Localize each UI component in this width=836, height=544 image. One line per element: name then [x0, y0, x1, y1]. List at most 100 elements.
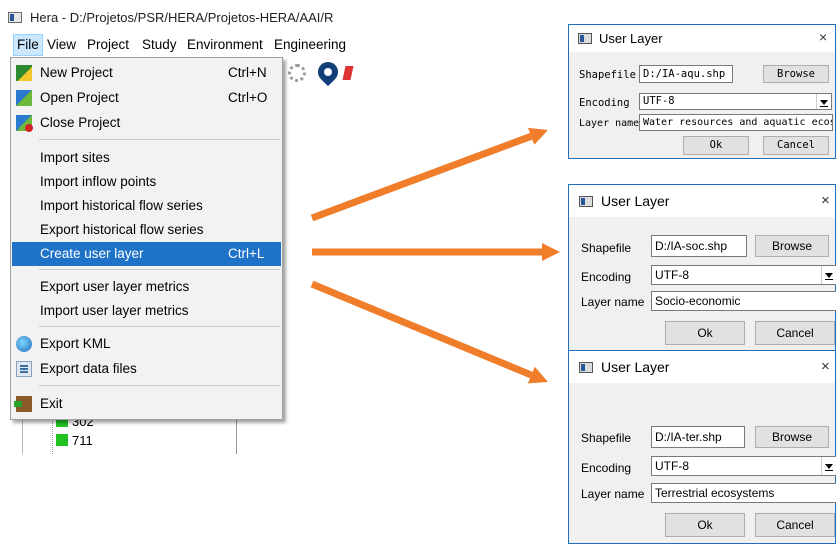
close-icon[interactable]: × — [821, 358, 830, 375]
cancel-button[interactable]: Cancel — [763, 136, 829, 155]
menu-separator — [39, 269, 280, 270]
close-project-icon — [16, 115, 33, 132]
menu-item-import-historical-flow-series[interactable]: Import historical flow series — [12, 194, 281, 218]
menu-item-export-data-files[interactable]: Export data files — [12, 357, 281, 381]
dialog-title-bar: User Layer × — [569, 351, 835, 383]
close-icon[interactable]: × — [821, 192, 830, 209]
menu-separator — [39, 385, 280, 386]
gear-icon[interactable] — [288, 64, 306, 82]
shapefile-input[interactable]: D:/IA-soc.shp — [651, 235, 747, 257]
ok-button[interactable]: Ok — [683, 136, 749, 155]
dialog-window-icon — [579, 362, 593, 373]
dialog-title: User Layer — [601, 359, 670, 375]
shortcut-label: Ctrl+L — [228, 246, 265, 261]
encoding-select[interactable]: UTF-8 — [651, 456, 836, 476]
menu-file[interactable]: File — [13, 34, 43, 56]
menu-item-label: New Project — [40, 65, 113, 80]
user-layer-dialog-2: User Layer × Shapefile D:/IA-soc.shp Bro… — [568, 184, 836, 357]
layer-name-label: Layer name — [581, 487, 645, 501]
shapefile-input[interactable]: D:/IA-aqu.shp — [639, 65, 733, 83]
encoding-label: Encoding — [579, 97, 630, 109]
menu-item-import-sites[interactable]: Import sites — [12, 146, 281, 170]
menu-item-open-project[interactable]: Open Project Ctrl+O — [12, 86, 281, 110]
layer-name-input[interactable]: Socio-economic — [651, 291, 836, 311]
chevron-down-icon[interactable] — [816, 94, 831, 109]
tree-connector — [52, 418, 54, 454]
layer-name-input[interactable]: Terrestrial ecosystems — [651, 483, 836, 503]
menu-item-label: Export historical flow series — [40, 222, 204, 237]
user-layer-dialog-3: User Layer × Shapefile D:/IA-ter.shp Bro… — [568, 350, 836, 544]
layer-name-input[interactable]: Water resources and aquatic ecosystems — [639, 114, 833, 131]
export-file-icon — [16, 361, 32, 377]
menu-item-label: Export user layer metrics — [40, 279, 190, 294]
arrow-group — [310, 127, 560, 384]
arrow-to-dialog-3-head — [527, 366, 548, 384]
map-pin-icon[interactable] — [313, 57, 343, 87]
browse-button[interactable]: Browse — [755, 426, 829, 448]
menu-item-label: Export KML — [40, 336, 111, 351]
menu-item-export-kml[interactable]: Export KML — [12, 332, 281, 356]
shapefile-input[interactable]: D:/IA-ter.shp — [651, 426, 745, 448]
menu-item-close-project[interactable]: Close Project — [12, 111, 281, 135]
chevron-down-icon[interactable] — [821, 266, 836, 284]
globe-icon — [16, 336, 32, 352]
cancel-button[interactable]: Cancel — [755, 513, 835, 537]
menu-view[interactable]: View — [44, 34, 79, 56]
arrow-to-dialog-1-head — [527, 127, 548, 145]
menu-item-label: Exit — [40, 396, 63, 411]
ok-button[interactable]: Ok — [665, 513, 745, 537]
menu-separator — [39, 326, 280, 327]
menu-item-exit[interactable]: Exit — [12, 392, 281, 416]
menu-item-import-user-layer-metrics[interactable]: Import user layer metrics — [12, 299, 281, 323]
encoding-label: Encoding — [581, 270, 632, 284]
close-icon[interactable]: × — [819, 29, 827, 45]
menu-item-export-historical-flow-series[interactable]: Export historical flow series — [12, 218, 281, 242]
dialog-window-icon — [578, 33, 592, 44]
encoding-select[interactable]: UTF-8 — [639, 93, 832, 110]
arrow-to-dialog-3-shaft — [310, 280, 533, 379]
app-window-icon — [8, 12, 22, 23]
menu-item-new-project[interactable]: New Project Ctrl+N — [12, 61, 281, 85]
menu-separator — [39, 139, 280, 140]
red-marker-icon[interactable] — [342, 66, 354, 80]
ok-button[interactable]: Ok — [665, 321, 745, 345]
dialog-title-bar: User Layer × — [569, 25, 835, 52]
menu-item-label: Close Project — [40, 115, 121, 130]
app-title: Hera - D:/Projetos/PSR/HERA/Projetos-HER… — [30, 10, 334, 25]
menu-item-create-user-layer[interactable]: Create user layer Ctrl+L — [12, 242, 281, 266]
dialog-title-bar: User Layer × — [569, 185, 835, 217]
menu-item-label: Import historical flow series — [40, 198, 203, 213]
browse-button[interactable]: Browse — [755, 235, 829, 257]
layer-color-swatch — [56, 434, 68, 446]
file-menu-dropdown: New Project Ctrl+N Open Project Ctrl+O C… — [10, 57, 283, 420]
menu-study[interactable]: Study — [139, 34, 180, 56]
encoding-select[interactable]: UTF-8 — [651, 265, 836, 285]
encoding-label: Encoding — [581, 461, 632, 475]
toolbar — [282, 56, 362, 96]
arrow-to-dialog-2-head — [542, 243, 560, 261]
menu-environment[interactable]: Environment — [184, 34, 266, 56]
exit-door-icon — [14, 396, 32, 412]
menu-item-label: Import inflow points — [40, 174, 157, 189]
menu-item-export-user-layer-metrics[interactable]: Export user layer metrics — [12, 275, 281, 299]
menu-item-label: Import sites — [40, 150, 110, 165]
menu-item-label: Import user layer metrics — [40, 303, 189, 318]
open-project-icon — [16, 90, 32, 106]
browse-button[interactable]: Browse — [763, 65, 829, 83]
menu-engineering[interactable]: Engineering — [271, 34, 349, 56]
new-project-icon — [16, 65, 32, 81]
dialog-title: User Layer — [601, 193, 670, 209]
user-layer-dialog-1: User Layer × Shapefile D:/IA-aqu.shp Bro… — [568, 24, 836, 159]
cancel-button[interactable]: Cancel — [755, 321, 835, 345]
menu-item-import-inflow-points[interactable]: Import inflow points — [12, 170, 281, 194]
shortcut-label: Ctrl+N — [228, 65, 267, 80]
chevron-down-icon[interactable] — [821, 457, 836, 475]
shapefile-label: Shapefile — [579, 69, 636, 81]
tree-item[interactable]: 711 — [56, 432, 93, 450]
app-title-bar: Hera - D:/Projetos/PSR/HERA/Projetos-HER… — [0, 0, 360, 34]
menu-project[interactable]: Project — [84, 34, 132, 56]
tree-border-left — [22, 418, 23, 454]
shortcut-label: Ctrl+O — [228, 90, 268, 105]
encoding-value: UTF-8 — [643, 95, 675, 107]
dialog-title: User Layer — [599, 31, 663, 46]
